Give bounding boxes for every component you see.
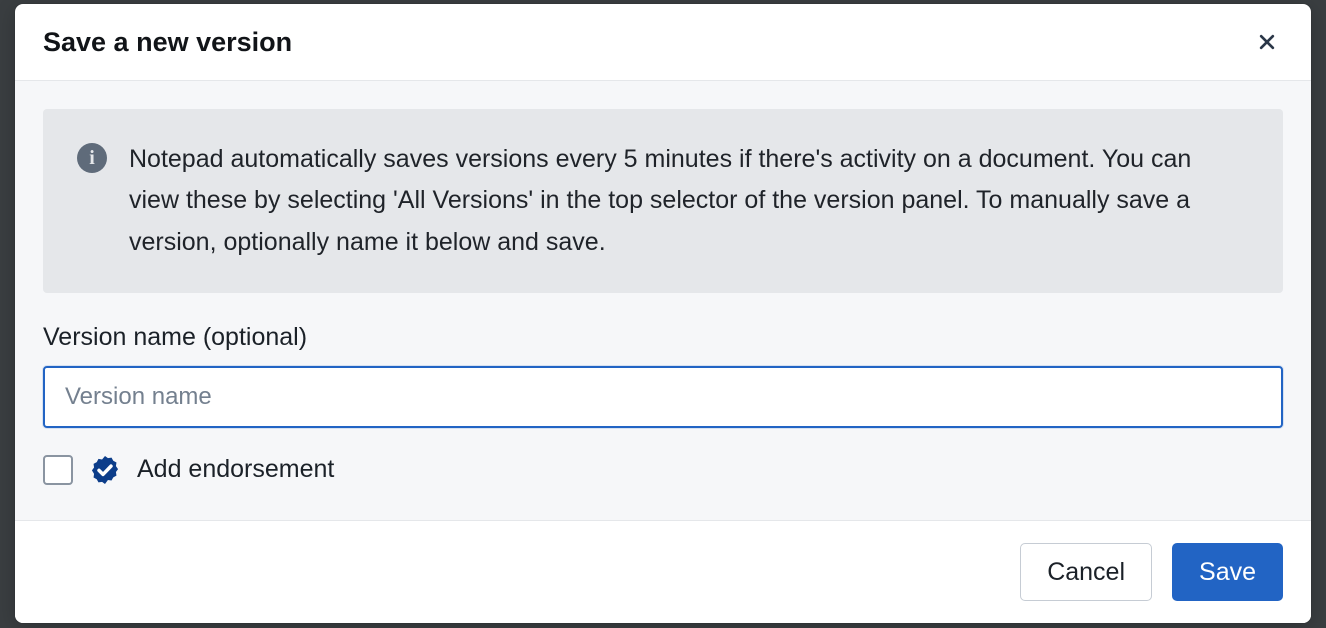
add-endorsement-row: Add endorsement [43, 454, 1283, 486]
add-endorsement-checkbox[interactable] [43, 455, 73, 485]
cancel-button[interactable]: Cancel [1020, 543, 1152, 601]
save-version-dialog: Save a new version i Notepad automatical… [15, 4, 1311, 623]
info-icon: i [77, 143, 107, 173]
close-icon [1257, 32, 1277, 52]
info-text: Notepad automatically saves versions eve… [129, 139, 1247, 263]
version-name-label: Version name (optional) [43, 323, 1283, 352]
info-callout: i Notepad automatically saves versions e… [43, 109, 1283, 293]
add-endorsement-label: Add endorsement [137, 455, 334, 484]
save-button[interactable]: Save [1172, 543, 1283, 601]
endorsement-badge-icon [89, 454, 121, 486]
dialog-title: Save a new version [43, 27, 292, 58]
dialog-footer: Cancel Save [15, 520, 1311, 623]
close-button[interactable] [1251, 26, 1283, 58]
dialog-header: Save a new version [15, 4, 1311, 81]
dialog-body: i Notepad automatically saves versions e… [15, 81, 1311, 520]
version-name-input[interactable] [43, 366, 1283, 428]
